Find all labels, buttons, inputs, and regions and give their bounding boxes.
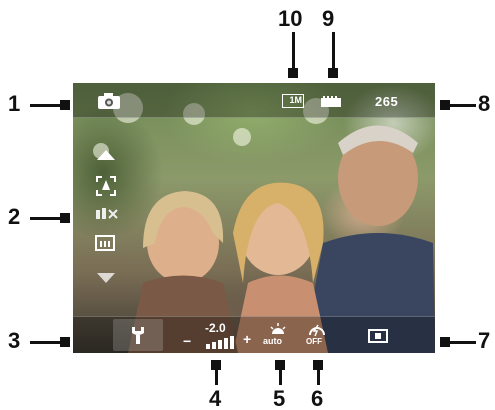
scene-mode-icon[interactable] <box>95 175 117 197</box>
resolution-1m-icon[interactable]: 1M <box>282 94 304 108</box>
callout-4: 4 <box>209 386 222 410</box>
arrow-down-icon[interactable] <box>97 273 115 283</box>
callout-7: 7 <box>478 328 491 353</box>
settings-button[interactable] <box>113 319 163 351</box>
ev-plus: + <box>243 331 252 347</box>
leader-marker <box>60 213 70 223</box>
sun-icon <box>270 323 286 334</box>
leader-marker <box>60 337 70 347</box>
resolution-label: 1M <box>289 95 302 105</box>
camera-lcd-diagram: 1M 265 − -2.0 + auto OFF 1 2 3 4 5 6 7 8… <box>0 0 495 410</box>
leader-line <box>215 365 218 385</box>
callout-10: 10 <box>278 6 303 31</box>
callout-5: 5 <box>273 386 286 410</box>
exposure-icon <box>206 336 234 349</box>
white-balance-auto-icon[interactable]: auto <box>263 323 293 351</box>
flash-label: OFF <box>306 337 322 346</box>
ev-value-label: -2.0 <box>205 321 226 335</box>
metering-icon <box>368 329 388 343</box>
exposure-control[interactable]: − -2.0 + <box>183 321 255 351</box>
flash-icon <box>309 324 325 337</box>
callout-9: 9 <box>322 6 335 31</box>
lcd-screen: 1M 265 − -2.0 + auto OFF <box>73 83 435 353</box>
wrench-icon <box>132 327 144 344</box>
arrow-up-icon[interactable] <box>97 150 115 160</box>
leader-line <box>30 217 62 220</box>
leader-line <box>332 32 335 70</box>
leader-marker <box>328 68 338 78</box>
camera-icon[interactable] <box>97 92 121 110</box>
ev-minus: − <box>183 333 192 349</box>
leader-marker <box>60 100 70 110</box>
white-balance-label: auto <box>263 336 282 346</box>
memory-card-icon <box>321 96 341 107</box>
photo-subjects <box>128 125 435 353</box>
callout-1: 1 <box>8 91 21 116</box>
metering-button[interactable] <box>356 321 400 351</box>
leader-line <box>317 365 320 385</box>
leader-marker <box>288 68 298 78</box>
leader-line <box>446 341 476 344</box>
flash-off-icon[interactable]: OFF <box>303 323 331 351</box>
callout-3: 3 <box>8 328 21 353</box>
leader-line <box>292 32 295 70</box>
quality-icon[interactable] <box>95 235 115 251</box>
leader-line <box>279 365 282 385</box>
leader-line <box>30 104 62 107</box>
callout-6: 6 <box>311 386 324 410</box>
remaining-shots-counter: 265 <box>375 94 399 109</box>
callout-8: 8 <box>478 91 491 116</box>
leader-line <box>446 104 476 107</box>
callout-2: 2 <box>8 204 21 229</box>
leader-line <box>30 341 62 344</box>
iso-icon[interactable] <box>95 206 121 220</box>
